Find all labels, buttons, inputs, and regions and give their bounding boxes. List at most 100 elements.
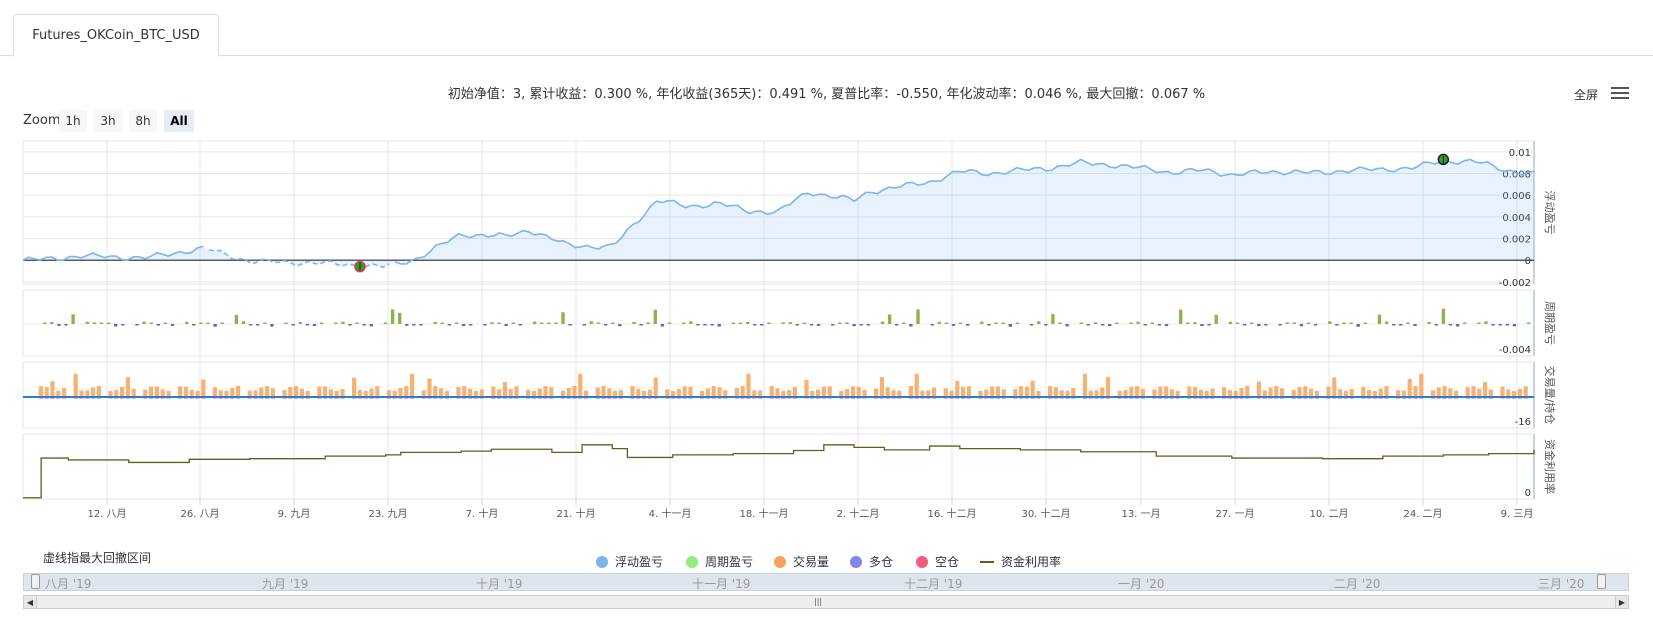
period-pnl-bar	[1328, 321, 1332, 324]
scroll-grip-icon[interactable]: |||	[814, 597, 822, 606]
volume-bar	[810, 390, 815, 396]
period-pnl-bar	[99, 322, 104, 324]
period-pnl-bar	[355, 322, 359, 324]
period-pnl-bar	[852, 324, 856, 327]
volume-bar	[444, 390, 449, 396]
volume-bar	[125, 377, 130, 396]
volume-bar	[1291, 389, 1296, 396]
volume-bar	[1053, 387, 1058, 396]
legend-item-float-pnl[interactable]: 浮动盈亏	[596, 553, 663, 570]
volume-bar	[978, 390, 983, 396]
y-tick-label: -0.002	[1499, 278, 1531, 289]
volume-bar	[746, 373, 751, 396]
navigator-left-handle[interactable]	[31, 574, 40, 589]
navigator-label: 三月 '20	[1538, 577, 1585, 591]
volume-bar	[1436, 387, 1441, 396]
volume-bar	[433, 386, 438, 396]
volume-bar	[966, 386, 971, 396]
volume-bar	[154, 386, 159, 396]
volume-bar	[537, 388, 542, 396]
volume-bar	[1297, 386, 1302, 396]
volume-bar	[56, 390, 61, 396]
period-pnl-bar	[561, 312, 565, 324]
period-pnl-bar	[895, 324, 899, 326]
period-pnl-bar	[1186, 322, 1190, 324]
scroll-left-button[interactable]: ◀	[23, 595, 37, 609]
volume-bar	[1396, 390, 1401, 396]
volume-bar	[642, 390, 647, 396]
volume-bar	[160, 389, 165, 396]
period-pnl-bar	[511, 322, 515, 324]
legend-line-icon	[980, 560, 994, 563]
period-pnl-bar	[760, 324, 764, 326]
volume-bar	[787, 390, 792, 396]
volume-bar	[1274, 386, 1279, 396]
period-pnl-bar	[1356, 324, 1360, 327]
volume-bar	[1262, 390, 1267, 396]
volume-bar	[990, 386, 995, 396]
period-pnl-bar	[234, 314, 239, 324]
volume-bar	[1419, 373, 1424, 396]
legend-item-period-pnl[interactable]: 周期盈亏	[686, 553, 753, 570]
legend-item-short[interactable]: 空仓	[916, 553, 959, 570]
volume-bar	[108, 390, 113, 396]
period-pnl-bar	[1193, 322, 1197, 324]
legend-item-long[interactable]: 多仓	[850, 553, 893, 570]
volume-bar	[299, 388, 304, 396]
volume-bar	[821, 386, 826, 396]
volume-bar	[862, 389, 867, 396]
period-pnl-bar	[667, 322, 672, 324]
volume-bar	[752, 390, 757, 396]
period-pnl-bar	[1292, 322, 1296, 324]
volume-bar	[1303, 386, 1308, 396]
y-tick-label: -16	[1515, 417, 1531, 428]
volume-bar	[468, 388, 473, 396]
period-pnl-bar	[170, 324, 175, 326]
period-pnl-bar	[1200, 324, 1204, 327]
period-pnl-bar	[554, 322, 558, 324]
volume-bar	[827, 386, 832, 396]
period-pnl-bar	[966, 324, 970, 326]
volume-bar	[230, 387, 235, 396]
volume-bar	[1378, 388, 1383, 396]
period-pnl-bar	[696, 324, 700, 326]
volume-bar	[1024, 386, 1029, 396]
navigator-label: 二月 '20	[1334, 577, 1381, 591]
volume-bar	[1082, 373, 1087, 396]
legend-item-capital-usage[interactable]: 资金利用率	[980, 553, 1061, 570]
period-pnl-bar	[1214, 314, 1218, 324]
period-pnl-bar	[589, 321, 594, 324]
period-pnl-bar	[838, 322, 842, 324]
volume-bar	[340, 389, 345, 396]
period-pnl-bar	[156, 324, 160, 326]
volume-bar	[1123, 390, 1128, 396]
pane-ylabel: 资金利用率	[1543, 439, 1557, 494]
volume-bar	[653, 377, 658, 396]
period-pnl-bar	[1179, 309, 1183, 324]
period-pnl-bar	[483, 324, 487, 326]
legend-item-volume[interactable]: 交易量	[774, 553, 829, 570]
volume-bar	[79, 390, 84, 396]
volume-bar	[1198, 389, 1203, 396]
period-pnl-bar	[738, 322, 743, 324]
period-pnl-bar	[767, 322, 771, 324]
period-pnl-bar	[1051, 314, 1055, 324]
period-pnl-bar	[1441, 308, 1446, 324]
period-pnl-bar	[1228, 321, 1233, 324]
volume-bar	[781, 390, 786, 396]
scrollbar-track[interactable]	[23, 595, 1629, 609]
period-pnl-bar	[199, 322, 203, 324]
period-pnl-bar	[121, 324, 125, 326]
period-pnl-bar	[383, 322, 388, 324]
volume-bar	[531, 390, 536, 396]
volume-bar	[856, 386, 861, 396]
period-pnl-bar	[603, 324, 608, 326]
period-pnl-bar	[341, 321, 345, 324]
period-pnl-bar	[710, 324, 714, 326]
volume-bar	[259, 387, 264, 396]
scroll-right-button[interactable]: ▶	[1615, 595, 1629, 609]
navigator-right-handle[interactable]	[1597, 574, 1606, 589]
volume-bar	[1407, 378, 1412, 396]
period-pnl-bar	[909, 324, 913, 327]
period-pnl-bar	[1093, 322, 1098, 324]
